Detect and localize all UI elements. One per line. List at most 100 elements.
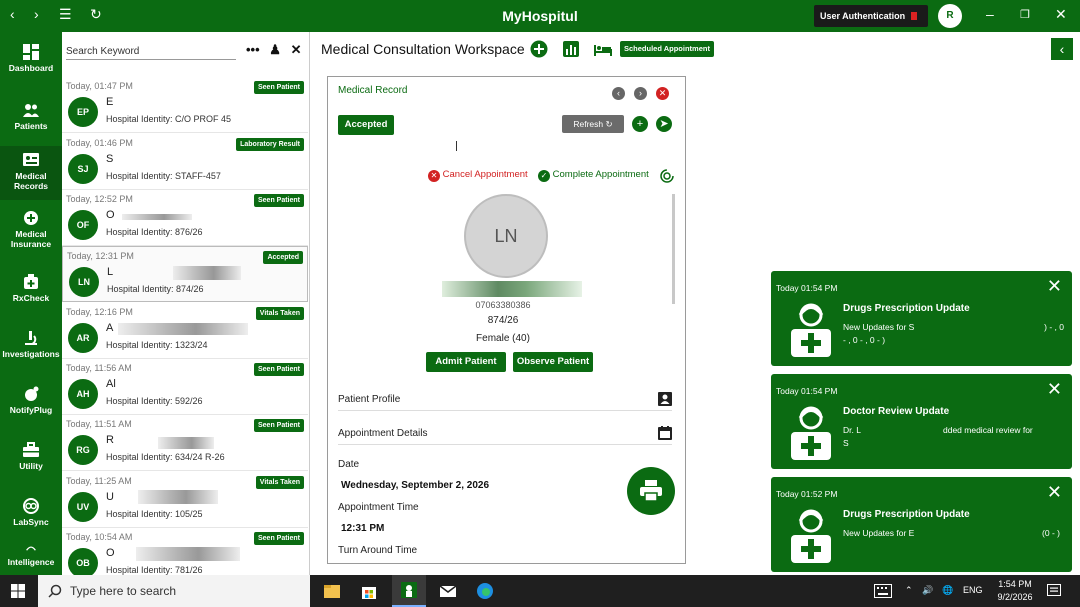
status-badge: Accepted (263, 251, 303, 264)
turnaround-time-label: Turn Around Time (338, 545, 418, 556)
active-app-slot[interactable] (392, 575, 426, 607)
list-item[interactable]: Today, 11:25 AM Vitals Taken UV U Hospit… (62, 472, 308, 528)
close-icon[interactable]: ✕ (1047, 483, 1062, 501)
dashboard-icon (23, 44, 39, 60)
patient-profile-section[interactable]: Patient Profile (338, 392, 672, 411)
list-item[interactable]: Today, 11:56 AM Seen Patient AH Al Hospi… (62, 359, 308, 415)
add-person-icon[interactable]: ♟ (269, 42, 281, 57)
notification-text-line2: S (843, 438, 849, 448)
previous-record-icon[interactable]: ‹ (612, 87, 625, 100)
close-window-icon[interactable]: ✕ (1055, 6, 1067, 23)
windows-start-icon[interactable] (11, 584, 25, 598)
add-circle-icon[interactable] (530, 40, 548, 58)
sidebar-item-utility[interactable]: Utility (0, 442, 62, 471)
notification-center-icon[interactable] (1047, 584, 1061, 598)
notification-time: Today 01:54 PM (776, 283, 838, 293)
sidebar-item-label: NotifyPlug (9, 405, 53, 415)
notification-body: New Updates for S ) - , 0 - , 0 - , 0 - … (843, 321, 1068, 347)
appointment-details-section[interactable]: Appointment Details (338, 426, 672, 445)
sidebar-item-medical-records[interactable]: Medical Records (0, 146, 62, 200)
microscope-icon (25, 331, 37, 345)
globe-icon[interactable]: 🌐 (942, 585, 953, 596)
list-item[interactable]: Today, 01:47 PM Seen Patient EP E Hospit… (62, 77, 308, 133)
patient-phone: 07063380386 (475, 300, 531, 310)
sidebar-item-investigations[interactable]: Investigations (0, 330, 62, 359)
volume-icon[interactable]: 🔊 (922, 585, 933, 596)
sidebar-item-medical-insurance[interactable]: Medical Insurance (0, 210, 62, 249)
taskbar-clock[interactable]: 1:54 PM 9/2/2026 (990, 578, 1040, 604)
sidebar-item-label: Investigations (2, 349, 60, 359)
hospital-identity: Hospital Identity: 874/26 (107, 284, 204, 294)
file-explorer-icon[interactable] (323, 582, 341, 600)
alert-dot-icon (911, 12, 918, 20)
list-item[interactable]: Today, 01:46 PM Laboratory Result SJ S H… (62, 134, 308, 190)
edge-browser-icon[interactable] (476, 582, 494, 600)
refresh-button[interactable]: Refresh ↻ (562, 115, 624, 133)
next-record-icon[interactable]: › (634, 87, 647, 100)
taskbar-search-input[interactable]: Type here to search (38, 575, 310, 607)
cancel-appointment-button[interactable]: ✕ Cancel Appointment (428, 169, 528, 182)
mail-icon[interactable] (439, 582, 457, 600)
list-item[interactable]: Today, 11:51 AM Seen Patient RG R Hospit… (62, 415, 308, 471)
patient-name: S (106, 153, 114, 165)
close-icon[interactable]: ✕ (1047, 380, 1062, 398)
doctor-icon (791, 509, 831, 563)
user-authentication-label: User Authentication (820, 11, 906, 21)
search-input[interactable]: Search Keyword (66, 46, 236, 60)
clear-search-icon[interactable]: ✕ (291, 42, 302, 57)
bar-chart-icon[interactable] (562, 40, 580, 58)
avatar: AR (68, 323, 98, 353)
title-bar: ‹ › ☰ ↻ MyHospitul User Authentication R… (0, 0, 1080, 32)
sidebar-item-label: Dashboard (8, 63, 54, 73)
add-icon[interactable]: + (632, 116, 648, 132)
list-item[interactable]: Today, 12:16 PM Vitals Taken AR A Hospit… (62, 303, 308, 359)
entry-time: Today, 11:51 AM (66, 419, 132, 429)
minimize-icon[interactable]: – (986, 6, 994, 22)
sidebar-item-rxcheck[interactable]: RxCheck (0, 274, 62, 303)
notification-text: New Updates for S (843, 322, 915, 332)
observe-patient-button[interactable]: Observe Patient (513, 352, 593, 372)
admit-patient-button[interactable]: Admit Patient (426, 352, 506, 372)
close-record-icon[interactable]: ✕ (656, 87, 669, 100)
user-authentication-button[interactable]: User Authentication (814, 5, 928, 27)
sidebar-item-intelligence[interactable]: Intelligence (0, 544, 62, 567)
list-item[interactable]: Today, 12:52 PM Seen Patient OF O Hospit… (62, 190, 308, 246)
hospital-identity: Hospital Identity: 634/24 R-26 (106, 452, 225, 462)
list-actions: ••• ♟ ✕ (246, 42, 301, 58)
print-button[interactable] (627, 467, 675, 515)
language-indicator[interactable]: ENG (963, 585, 983, 595)
status-badge: Laboratory Result (236, 138, 304, 151)
hospital-identity: Hospital Identity: STAFF-457 (106, 171, 221, 181)
scheduled-appointment-button[interactable]: Scheduled Appointment (620, 41, 714, 57)
sidebar-item-notifyplug[interactable]: NotifyPlug (0, 386, 62, 415)
chevron-up-icon[interactable]: ⌃ (905, 585, 913, 596)
patient-identity: 874/26 (487, 315, 519, 326)
notification-toast[interactable]: Today 01:54 PM ✕ Drugs Prescription Upda… (771, 271, 1072, 366)
close-icon[interactable]: ✕ (1047, 277, 1062, 295)
more-options-icon[interactable]: ••• (246, 42, 260, 57)
complete-appointment-button[interactable]: ✓ Complete Appointment (538, 169, 649, 182)
keyboard-icon[interactable] (874, 584, 892, 598)
avatar: EP (68, 97, 98, 127)
accepted-status-button[interactable]: Accepted (338, 115, 394, 135)
hospital-identity: Hospital Identity: 1323/24 (106, 340, 208, 350)
list-item-selected[interactable]: Today, 12:31 PM Accepted LN L Hospital I… (62, 246, 308, 302)
hospital-identity: Hospital Identity: 876/26 (106, 227, 203, 237)
user-avatar[interactable]: R (938, 4, 962, 28)
sidebar-item-dashboard[interactable]: Dashboard (0, 44, 62, 73)
sidebar-item-labsync[interactable]: LabSync (0, 498, 62, 527)
redacted-patient-name (442, 281, 582, 297)
notification-toast[interactable]: Today 01:54 PM ✕ Doctor Review Update Dr… (771, 374, 1072, 469)
collapse-panel-button[interactable]: ‹ (1051, 38, 1073, 60)
bed-icon[interactable] (593, 40, 613, 58)
list-item[interactable]: Today, 10:54 AM Seen Patient OB O Hospit… (62, 528, 308, 575)
maximize-icon[interactable]: ❐ (1020, 8, 1030, 21)
send-icon[interactable]: ➤ (656, 116, 672, 132)
notification-toast[interactable]: Today 01:52 PM ✕ Drugs Prescription Upda… (771, 477, 1072, 572)
store-icon[interactable] (360, 582, 378, 600)
redacted-name-blur (173, 266, 241, 280)
scrollbar[interactable] (672, 194, 675, 304)
clock-date: 9/2/2026 (997, 592, 1033, 602)
entry-time: Today, 12:52 PM (66, 194, 133, 204)
sidebar-item-patients[interactable]: Patients (0, 102, 62, 131)
